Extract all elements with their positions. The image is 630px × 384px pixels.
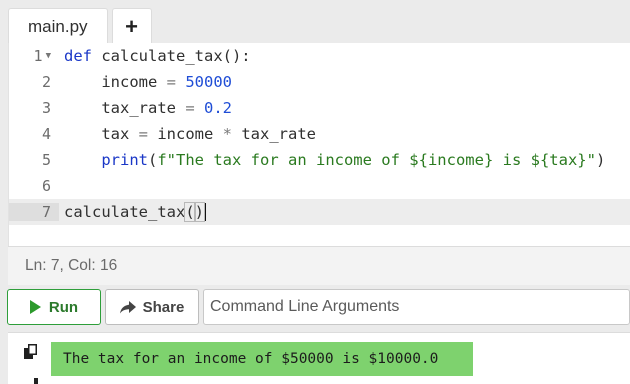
line-number: 3	[41, 99, 51, 117]
copy-icon[interactable]	[24, 344, 38, 365]
share-button[interactable]: Share	[105, 289, 199, 325]
program-output: The tax for an income of $50000 is $1000…	[51, 342, 473, 376]
code-line: 5 print(f"The tax for an income of ${inc…	[9, 147, 630, 173]
code-line: 3 tax_rate = 0.2	[9, 95, 630, 121]
play-icon	[29, 300, 41, 314]
code-line: 4 tax = income * tax_rate	[9, 121, 630, 147]
status-bar: Ln: 7, Col: 16	[8, 246, 630, 285]
line-number: 1 ▼	[33, 47, 51, 65]
line-number: 4	[41, 125, 51, 143]
line-number: 6	[41, 177, 51, 195]
online-python-editor: main.py + 1 ▼ def calculate_tax(): 2 inco…	[0, 0, 630, 384]
share-icon	[119, 300, 136, 314]
line-number: 7	[9, 203, 59, 221]
code-line: 2 income = 50000	[9, 69, 630, 95]
run-button[interactable]: Run	[7, 289, 101, 325]
add-tab-button[interactable]: +	[111, 8, 152, 44]
line-number: 2	[41, 73, 51, 91]
tab-main-py[interactable]: main.py	[8, 8, 108, 44]
text-cursor	[204, 203, 206, 222]
panel-handle[interactable]	[34, 378, 38, 384]
output-panel: The tax for an income of $50000 is $1000…	[8, 332, 630, 384]
code-editor[interactable]: 1 ▼ def calculate_tax(): 2 income = 50000…	[8, 43, 630, 246]
fold-arrow-icon[interactable]: ▼	[46, 51, 51, 61]
active-code-line: 7 calculate_tax()	[9, 199, 630, 225]
line-number: 5	[41, 151, 51, 169]
file-tabs: main.py +	[8, 4, 630, 44]
cursor-position: Ln: 7, Col: 16	[25, 257, 118, 274]
code-line: 1 ▼ def calculate_tax():	[9, 43, 630, 69]
command-line-arguments-input[interactable]	[203, 289, 630, 325]
run-toolbar: Run Share	[0, 285, 630, 332]
code-line: 6	[9, 173, 630, 199]
